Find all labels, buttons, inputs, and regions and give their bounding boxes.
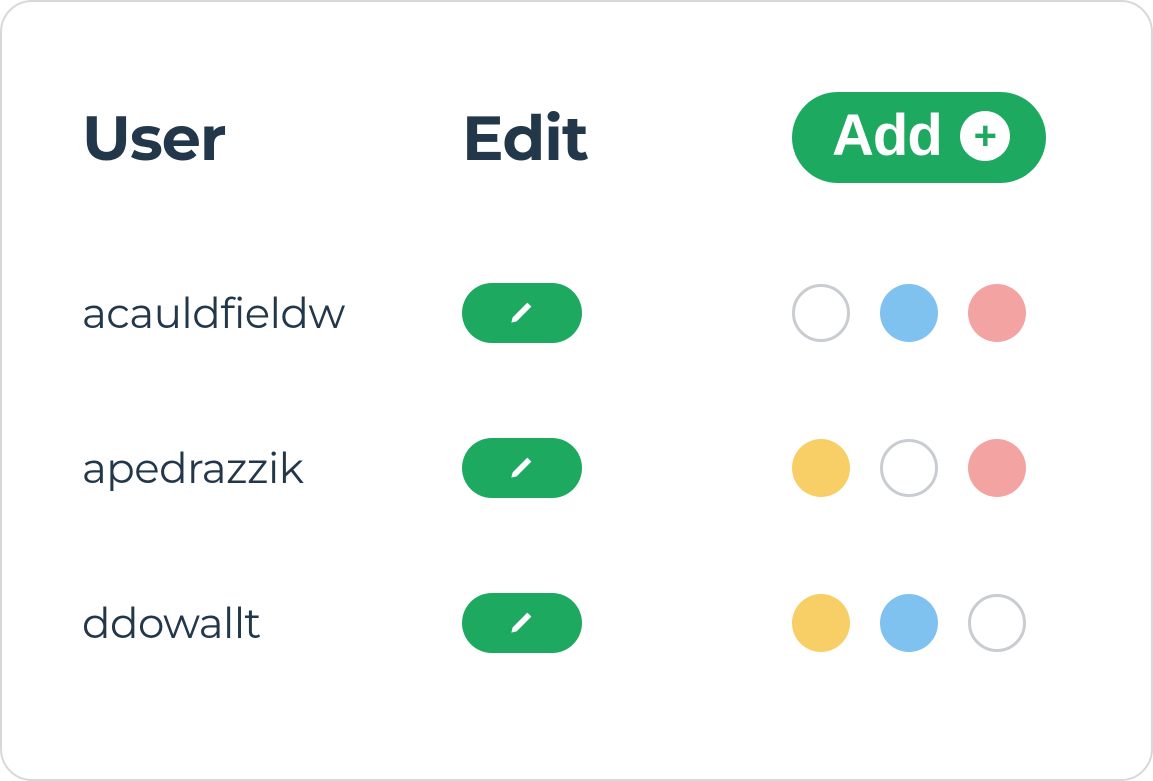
table-row: acauldfieldw bbox=[82, 283, 1071, 343]
status-dot-3[interactable] bbox=[968, 284, 1026, 342]
add-button[interactable]: Add + bbox=[792, 92, 1046, 183]
table-row: apedrazzik bbox=[82, 438, 1071, 498]
status-dot-2[interactable] bbox=[880, 594, 938, 652]
status-dot-1[interactable] bbox=[792, 594, 850, 652]
column-header-edit: Edit bbox=[462, 100, 792, 176]
plus-icon: + bbox=[960, 111, 1010, 161]
user-card: User Edit Add + acauldfieldw apedrazzik bbox=[0, 0, 1153, 781]
status-dot-3[interactable] bbox=[968, 439, 1026, 497]
status-dot-2[interactable] bbox=[880, 439, 938, 497]
edit-button[interactable] bbox=[462, 593, 582, 653]
username-cell: apedrazzik bbox=[82, 442, 462, 494]
edit-button[interactable] bbox=[462, 283, 582, 343]
status-dots bbox=[792, 284, 1072, 342]
table-row: ddowallt bbox=[82, 593, 1071, 653]
status-dot-1[interactable] bbox=[792, 284, 850, 342]
username-cell: ddowallt bbox=[82, 597, 462, 649]
pencil-icon bbox=[506, 451, 538, 486]
add-button-label: Add bbox=[832, 102, 942, 169]
pencil-icon bbox=[506, 296, 538, 331]
status-dot-2[interactable] bbox=[880, 284, 938, 342]
status-dots bbox=[792, 594, 1072, 652]
pencil-icon bbox=[506, 606, 538, 641]
status-dots bbox=[792, 439, 1072, 497]
edit-button[interactable] bbox=[462, 438, 582, 498]
status-dot-1[interactable] bbox=[792, 439, 850, 497]
column-header-user: User bbox=[82, 100, 462, 176]
header-row: User Edit Add + bbox=[82, 92, 1071, 183]
username-cell: acauldfieldw bbox=[82, 287, 462, 339]
status-dot-3[interactable] bbox=[968, 594, 1026, 652]
